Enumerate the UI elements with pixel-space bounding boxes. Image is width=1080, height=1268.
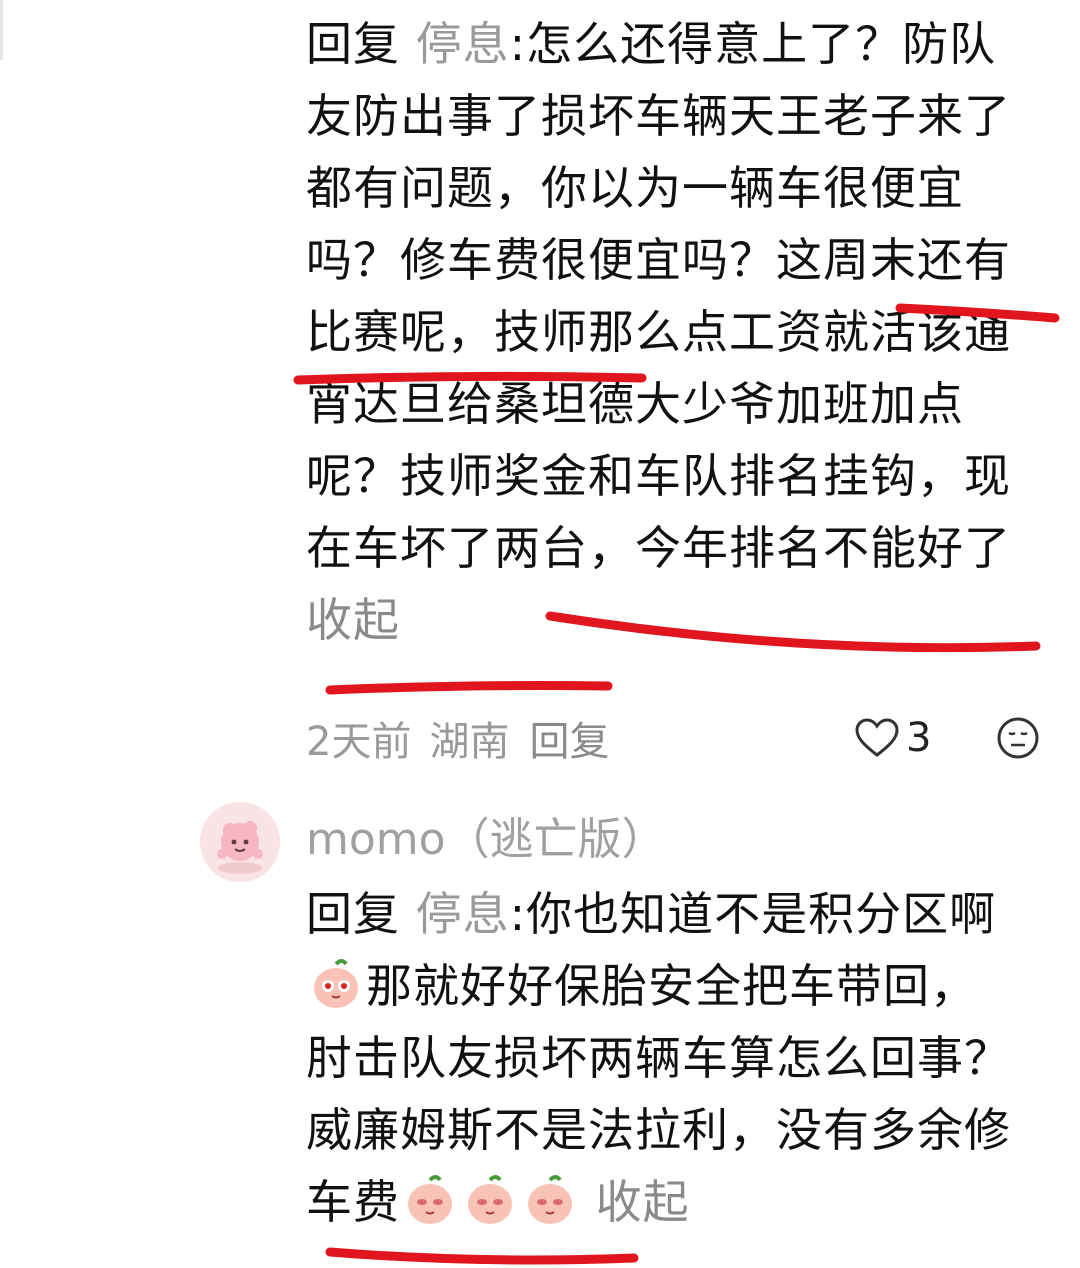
comment-username[interactable]: momo（逃亡版） xyxy=(306,808,666,872)
reply-label: 回复 xyxy=(306,17,400,71)
emoji-face-icon[interactable] xyxy=(996,716,1040,760)
like-button[interactable]: 3 xyxy=(854,708,931,768)
reply-separator: : xyxy=(509,17,527,71)
peach-sticker-icon xyxy=(528,1175,572,1224)
peach-sticker-icon xyxy=(408,1175,452,1224)
comment-body: 回复 停息:你也知道不是积分区啊 那就好好保胎安全把车带回，肘击队友损坏两辆车算… xyxy=(306,878,1018,1238)
comment-body: 回复 停息:怎么还得意上了？防队友防出事了损坏车辆天王老子来了都有问题，你以为一… xyxy=(306,8,1018,656)
reply-target-username[interactable]: 停息 xyxy=(416,17,510,71)
collapse-link[interactable]: 收起 xyxy=(596,1175,690,1229)
like-count: 3 xyxy=(906,715,932,761)
avatar-image xyxy=(200,802,280,882)
comment-text: 你也知道不是积分区啊 xyxy=(526,887,997,941)
left-edge-divider xyxy=(0,0,3,60)
comment-meta-row: 2天前 湖南 回复 3 xyxy=(306,708,1046,768)
avatar[interactable] xyxy=(200,802,280,882)
peach-sticker-icon xyxy=(468,1175,512,1224)
reply-target-username[interactable]: 停息 xyxy=(416,887,510,941)
reply-label: 回复 xyxy=(306,887,400,941)
collapse-link[interactable]: 收起 xyxy=(306,593,400,647)
comment-location: 湖南 xyxy=(429,719,510,765)
peach-sticker-icon xyxy=(314,959,358,1008)
reply-button[interactable]: 回复 xyxy=(529,709,609,767)
comment-text: 怎么还得意上了？防队友防出事了损坏车辆天王老子来了都有问题，你以为一辆车很便宜吗… xyxy=(306,17,1011,575)
comment-time: 2天前 xyxy=(306,719,412,765)
heart-outline-icon xyxy=(855,718,899,757)
reply-separator: : xyxy=(509,887,527,941)
